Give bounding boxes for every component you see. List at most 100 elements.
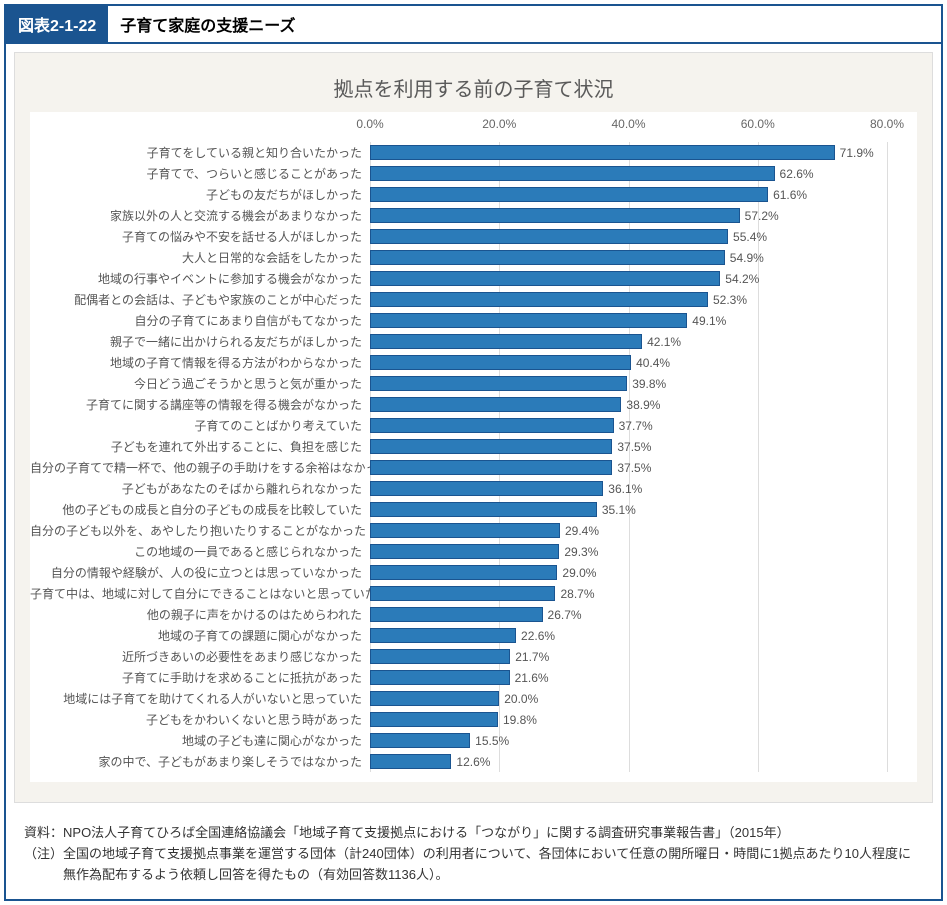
source-text: NPO法人子育てひろば全国連絡協議会「地域子育て支援拠点における「つながり」に関… [63, 823, 923, 844]
chart-row: 子どもをかわいくないと思う時があった 19.8% [30, 709, 887, 730]
chart-row: 配偶者との会話は、子どもや家族のことが中心だった52.3% [30, 289, 887, 310]
x-axis-tick: 80.0% [870, 117, 904, 131]
category-label: 家族以外の人と交流する機会があまりなかった [30, 207, 370, 224]
note-label: （注） [24, 844, 63, 886]
category-label: 大人と日常的な会話をしたかった [30, 249, 370, 266]
bar [370, 208, 740, 223]
x-axis-ticks: 0.0%20.0%40.0%60.0%80.0% [370, 117, 887, 137]
category-label: 子どもの友だちがほしかった [30, 186, 370, 203]
category-label: 子育てに手助けを求めることに抵抗があった [30, 669, 370, 686]
bar [370, 376, 627, 391]
bar-area: 61.6% [370, 184, 887, 205]
bar [370, 523, 560, 538]
bar-area: 40.4% [370, 352, 887, 373]
chart-row: 子育てで、つらいと感じることがあった62.6% [30, 163, 887, 184]
category-label: 他の子どもの成長と自分の子どもの成長を比較していた [30, 501, 370, 518]
category-label: 子育てに関する講座等の情報を得る機会がなかった [30, 396, 370, 413]
x-axis-labels: 0.0%20.0%40.0%60.0%80.0% [30, 117, 887, 137]
bar-value-label: 37.5% [617, 440, 651, 454]
bar [370, 586, 555, 601]
chart-row: 地域には子育てを助けてくれる人がいないと思っていた20.0% [30, 688, 887, 709]
footer-source: 資料： NPO法人子育てひろば全国連絡協議会「地域子育て支援拠点における「つなが… [24, 823, 923, 844]
chart-row: 自分の子ども以外を、あやしたり抱いたりすることがなかった29.4% [30, 520, 887, 541]
chart-title: 拠点を利用する前の子育て状況 [30, 73, 917, 102]
category-label: 地域の子育ての課題に関心がなかった [30, 627, 370, 644]
chart-row: 地域の行事やイベントに参加する機会がなかった54.2% [30, 268, 887, 289]
x-axis-tick: 40.0% [611, 117, 645, 131]
chart-row: 家族以外の人と交流する機会があまりなかった 57.2% [30, 205, 887, 226]
bar-value-label: 52.3% [713, 293, 747, 307]
bar-value-label: 28.7% [560, 587, 594, 601]
category-label: 自分の子ども以外を、あやしたり抱いたりすることがなかった [30, 522, 370, 539]
category-label: 自分の子育てで精一杯で、他の親子の手助けをする余裕はなかった [30, 459, 370, 476]
bar-area: 12.6% [370, 751, 887, 772]
bar-area: 19.8% [370, 709, 887, 730]
bar-area: 49.1% [370, 310, 887, 331]
chart-row: 自分の子育てで精一杯で、他の親子の手助けをする余裕はなかった37.5% [30, 457, 887, 478]
bar-value-label: 55.4% [733, 230, 767, 244]
category-label: 子どもを連れて外出することに、負担を感じた [30, 438, 370, 455]
bar-value-label: 35.1% [602, 503, 636, 517]
bar-value-label: 26.7% [548, 608, 582, 622]
x-axis-tick: 60.0% [741, 117, 775, 131]
bar [370, 313, 687, 328]
bar-area: 21.7% [370, 646, 887, 667]
bar-value-label: 54.2% [725, 272, 759, 286]
bar-area: 21.6% [370, 667, 887, 688]
chart-row: 親子で一緒に出かけられる友だちがほしかった42.1% [30, 331, 887, 352]
bar-area: 29.0% [370, 562, 887, 583]
chart-row: 子育てのことばかり考えていた37.7% [30, 415, 887, 436]
chart-row: 子どもがあなたのそばから離れられなかった36.1% [30, 478, 887, 499]
note-text: 全国の地域子育て支援拠点事業を運営する団体（計240団体）の利用者について、各団… [63, 844, 923, 886]
bar [370, 607, 543, 622]
category-label: 子育てで、つらいと感じることがあった [30, 165, 370, 182]
bar-area: 52.3% [370, 289, 887, 310]
chart-row: 近所づきあいの必要性をあまり感じなかった21.7% [30, 646, 887, 667]
bar-value-label: 19.8% [503, 713, 537, 727]
bar [370, 565, 557, 580]
bar-area: 62.6% [370, 163, 887, 184]
bar-area: 39.8% [370, 373, 887, 394]
category-label: 子どもをかわいくないと思う時があった [30, 711, 370, 728]
bar-area: 26.7% [370, 604, 887, 625]
bar-value-label: 37.7% [619, 419, 653, 433]
bar [370, 439, 612, 454]
chart-row: 他の親子に声をかけるのはためらわれた26.7% [30, 604, 887, 625]
bar [370, 145, 835, 160]
bar-area: 38.9% [370, 394, 887, 415]
bar [370, 397, 621, 412]
category-label: 子育ての悩みや不安を話せる人がほしかった [30, 228, 370, 245]
chart-row: 子育てに関する講座等の情報を得る機会がなかった 38.9% [30, 394, 887, 415]
bar-value-label: 57.2% [745, 209, 779, 223]
chart-row: 地域の子育て情報を得る方法がわからなかった40.4% [30, 352, 887, 373]
bar [370, 502, 597, 517]
figure-footer: 資料： NPO法人子育てひろば全国連絡協議会「地域子育て支援拠点における「つなが… [6, 811, 941, 899]
figure-number: 図表2-1-22 [6, 6, 108, 42]
category-label: この地域の一員であると感じられなかった [30, 543, 370, 560]
bar-area: 57.2% [370, 205, 887, 226]
figure-header: 図表2-1-22 子育て家庭の支援ニーズ [6, 6, 941, 44]
gridline [887, 142, 888, 772]
bar [370, 418, 614, 433]
chart-row: 自分の子育てにあまり自信がもてなかった49.1% [30, 310, 887, 331]
bar-value-label: 49.1% [692, 314, 726, 328]
bar [370, 355, 631, 370]
chart-row: 子どもの友だちがほしかった61.6% [30, 184, 887, 205]
bar [370, 187, 768, 202]
bar-area: 37.5% [370, 436, 887, 457]
bar-area: 22.6% [370, 625, 887, 646]
category-label: 近所づきあいの必要性をあまり感じなかった [30, 648, 370, 665]
chart-row: 今日どう過ごそうかと思うと気が重かった39.8% [30, 373, 887, 394]
bar [370, 229, 728, 244]
source-label: 資料： [24, 823, 63, 844]
bar-value-label: 38.9% [626, 398, 660, 412]
chart-row: 子育て中は、地域に対して自分にできることはないと思っていた28.7% [30, 583, 887, 604]
bar-value-label: 54.9% [730, 251, 764, 265]
bar [370, 691, 499, 706]
bar-area: 28.7% [370, 583, 887, 604]
chart-area: 0.0%20.0%40.0%60.0%80.0% 子育てをしている親と知り合いた… [30, 112, 917, 782]
bar [370, 292, 708, 307]
category-label: 地域の子ども達に関心がなかった [30, 732, 370, 749]
bar [370, 271, 720, 286]
bar-value-label: 71.9% [840, 146, 874, 160]
